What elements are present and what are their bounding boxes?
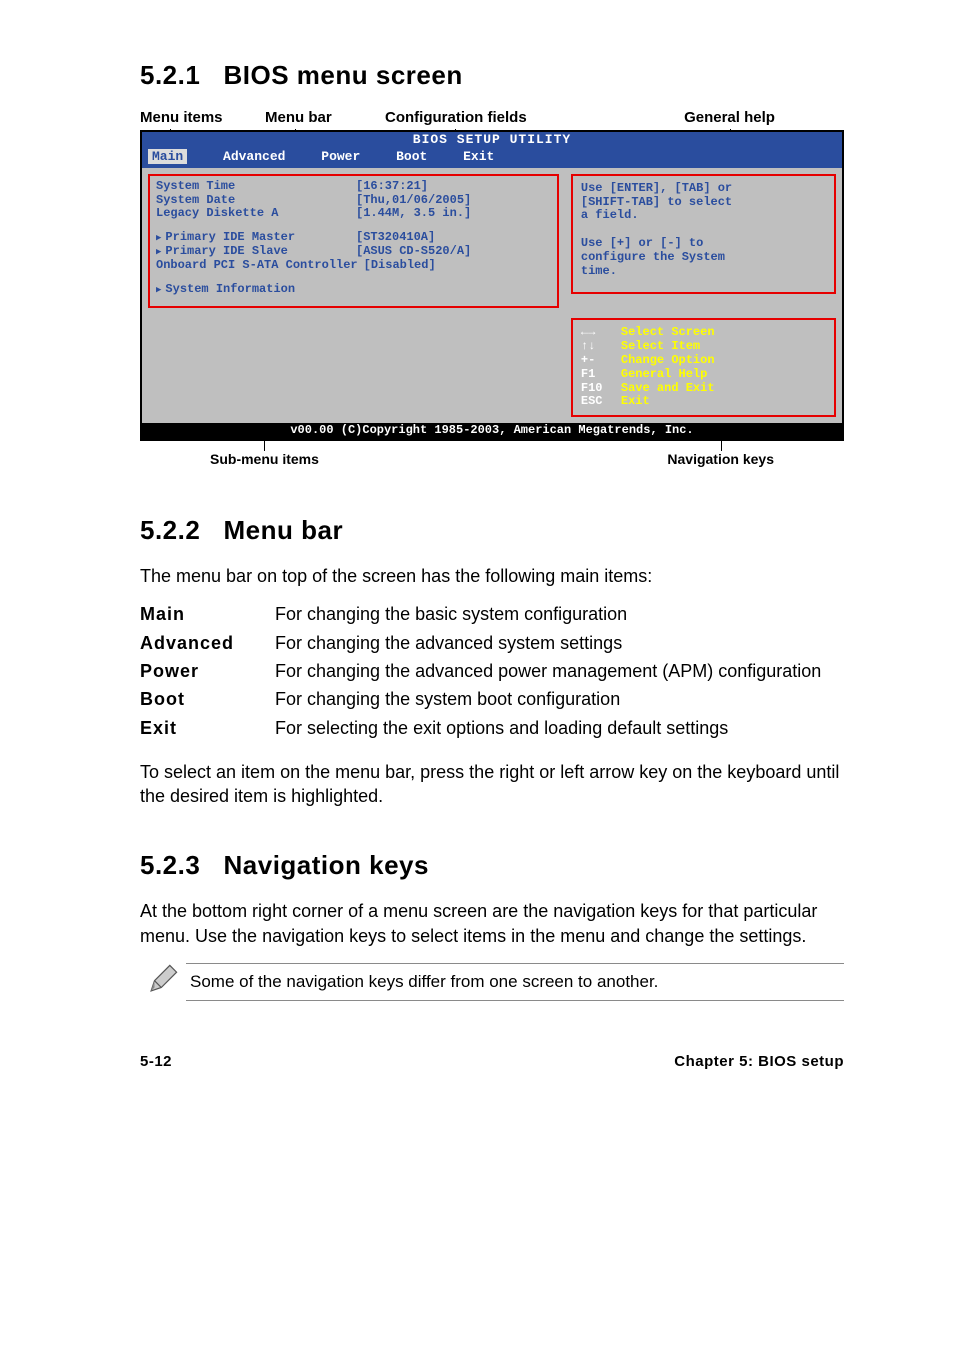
submenu-label[interactable]: Primary IDE Master <box>156 231 356 245</box>
sec-name: Menu bar <box>224 515 344 545</box>
nav-key: F1 <box>581 368 621 382</box>
ann-menu-bar: Menu bar <box>265 109 332 126</box>
note-text: Some of the navigation keys differ from … <box>186 963 844 1001</box>
sec3-para: At the bottom right corner of a menu scr… <box>140 899 844 948</box>
sec-name: Navigation keys <box>224 850 429 880</box>
nav-desc: General Help <box>621 368 707 382</box>
sec-name: BIOS menu screen <box>224 60 463 90</box>
bottom-annotations: Sub-menu items Navigation keys <box>140 451 844 467</box>
menu-desc: For selecting the exit options and loadi… <box>275 716 844 740</box>
menu-label: Advanced <box>140 631 275 655</box>
field-label[interactable]: System Date <box>156 194 356 208</box>
field-label[interactable]: Legacy Diskette A <box>156 207 356 221</box>
nav-desc: Select Item <box>621 340 700 354</box>
menu-desc: For changing the basic system configurat… <box>275 602 844 626</box>
nav-key: ESC <box>581 395 621 409</box>
menu-label: Exit <box>140 716 275 740</box>
menu-desc: For changing the system boot configurati… <box>275 687 844 711</box>
help-line: configure the System <box>581 251 826 265</box>
nav-desc: Select Screen <box>621 326 715 340</box>
nav-desc: Change Option <box>621 354 715 368</box>
menu-desc: For changing the advanced system setting… <box>275 631 844 655</box>
nav-key: ←→ <box>581 326 621 340</box>
nav-desc: Exit <box>621 395 650 409</box>
bios-help-box: Use [ENTER], [TAB] or [SHIFT-TAB] to sel… <box>571 174 836 295</box>
menu-label: Power <box>140 659 275 683</box>
bios-screenshot: BIOS SETUP UTILITY Main Advanced Power B… <box>140 130 844 441</box>
menu-label: Boot <box>140 687 275 711</box>
sec2-outro: To select an item on the menu bar, press… <box>140 760 844 809</box>
menu-bar-table: MainFor changing the basic system config… <box>140 602 844 739</box>
section-521-title: 5.2.1 BIOS menu screen <box>140 60 844 91</box>
submenu-label[interactable]: Primary IDE Slave <box>156 245 356 259</box>
ann-submenu-items: Sub-menu items <box>210 451 319 467</box>
help-line: time. <box>581 265 826 279</box>
ann-config-fields: Configuration fields <box>385 109 527 126</box>
field-value[interactable]: [1.44M, 3.5 in.] <box>356 207 551 221</box>
bios-tab-boot[interactable]: Boot <box>396 149 427 164</box>
nav-key: ↑↓ <box>581 340 621 354</box>
field-label[interactable]: Onboard PCI S-ATA Controller <box>156 259 358 273</box>
page-footer: 5-12 Chapter 5: BIOS setup <box>0 1053 954 1094</box>
bios-tab-power[interactable]: Power <box>321 149 360 164</box>
top-annotations: Menu items Menu bar Configuration fields… <box>140 109 844 126</box>
nav-key: F10 <box>581 382 621 396</box>
sec-num: 5.2.3 <box>140 850 200 880</box>
menu-label: Main <box>140 602 275 626</box>
bios-tab-main[interactable]: Main <box>148 149 187 164</box>
sec-num: 5.2.1 <box>140 60 200 90</box>
bios-config-area: System Time[16:37:21] System Date[Thu,01… <box>148 174 559 309</box>
ann-general-help: General help <box>684 109 775 126</box>
nav-key: +- <box>581 354 621 368</box>
bios-tab-advanced[interactable]: Advanced <box>223 149 285 164</box>
ann-nav-keys: Navigation keys <box>667 451 774 467</box>
bios-tab-exit[interactable]: Exit <box>463 149 494 164</box>
section-523-title: 5.2.3 Navigation keys <box>140 850 844 881</box>
bios-copyright: v00.00 (C)Copyright 1985-2003, American … <box>142 423 842 439</box>
bios-nav-keys: ←→Select Screen ↑↓Select Item +-Change O… <box>571 318 836 417</box>
help-line: a field. <box>581 209 826 223</box>
field-value[interactable]: [Thu,01/06/2005] <box>356 194 551 208</box>
page-number: 5-12 <box>140 1053 172 1070</box>
help-line: Use [ENTER], [TAB] or <box>581 182 826 196</box>
field-value[interactable]: [16:37:21] <box>356 180 551 194</box>
pencil-icon <box>140 962 186 1001</box>
field-value[interactable]: [Disabled] <box>358 259 551 273</box>
help-line: [SHIFT-TAB] to select <box>581 196 826 210</box>
field-label[interactable]: System Time <box>156 180 356 194</box>
submenu-label[interactable]: System Information <box>156 283 356 297</box>
bios-menubar: Main Advanced Power Boot Exit <box>142 149 842 168</box>
help-line: Use [+] or [-] to <box>581 237 826 251</box>
menu-desc: For changing the advanced power manageme… <box>275 659 844 683</box>
section-522-title: 5.2.2 Menu bar <box>140 515 844 546</box>
field-value[interactable]: [ASUS CD-S520/A] <box>356 245 551 259</box>
chapter-label: Chapter 5: BIOS setup <box>674 1053 844 1070</box>
sec-num: 5.2.2 <box>140 515 200 545</box>
sec2-intro: The menu bar on top of the screen has th… <box>140 564 844 588</box>
nav-desc: Save and Exit <box>621 382 715 396</box>
bios-title: BIOS SETUP UTILITY <box>142 132 842 149</box>
ann-menu-items: Menu items <box>140 109 223 126</box>
note-block: Some of the navigation keys differ from … <box>140 962 844 1001</box>
field-value[interactable]: [ST320410A] <box>356 231 551 245</box>
